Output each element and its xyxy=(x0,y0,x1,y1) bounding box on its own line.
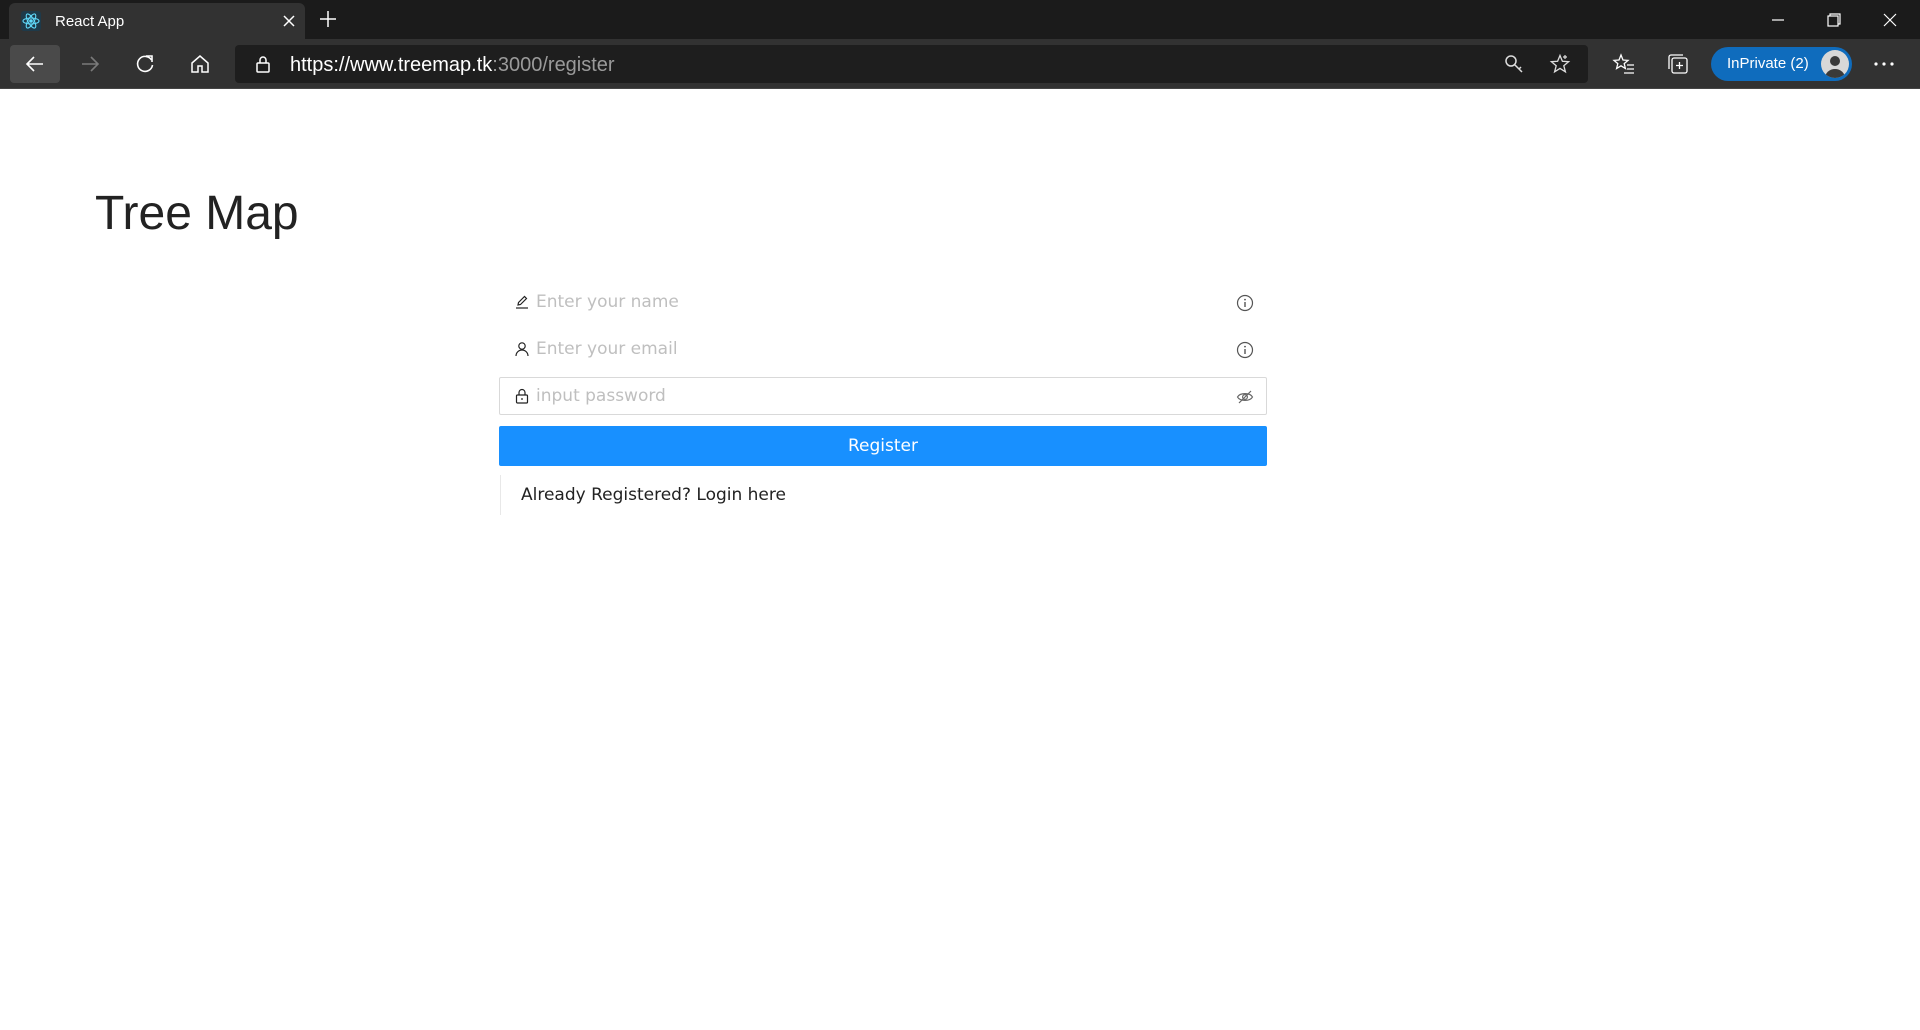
close-window-button[interactable] xyxy=(1862,0,1918,39)
forward-button[interactable] xyxy=(65,45,115,83)
browser-tab[interactable]: React App xyxy=(9,3,305,39)
add-favorite-star-icon[interactable] xyxy=(1549,53,1571,75)
favorites-icon[interactable] xyxy=(1612,52,1636,76)
collections-icon[interactable] xyxy=(1666,52,1690,76)
email-field[interactable] xyxy=(499,330,1267,368)
close-tab-icon[interactable] xyxy=(280,12,298,30)
edit-icon xyxy=(516,295,528,309)
close-icon xyxy=(1883,13,1897,26)
inprivate-button[interactable]: InPrivate (2) xyxy=(1711,47,1852,81)
restore-button[interactable] xyxy=(1806,0,1862,39)
login-link[interactable]: Already Registered? Login here xyxy=(521,485,786,505)
tab-title: React App xyxy=(55,13,125,30)
inprivate-label: InPrivate (2) xyxy=(1727,55,1809,72)
browser-toolbar: https://www.treemap.tk:3000/register InP… xyxy=(0,39,1920,89)
key-icon[interactable] xyxy=(1503,53,1525,75)
info-circle-icon[interactable] xyxy=(1236,294,1254,312)
more-options-icon[interactable] xyxy=(1872,53,1896,75)
profile-avatar-icon xyxy=(1825,56,1845,78)
password-field[interactable] xyxy=(499,377,1267,415)
back-button[interactable] xyxy=(10,45,60,83)
minimize-icon xyxy=(1772,18,1784,21)
avatar xyxy=(1821,50,1849,78)
page-title: Tree Map xyxy=(95,187,299,240)
refresh-icon xyxy=(136,55,154,73)
register-button[interactable]: Register xyxy=(499,426,1267,466)
lock-icon[interactable] xyxy=(253,54,273,74)
new-tab-icon[interactable] xyxy=(317,8,339,30)
refresh-button[interactable] xyxy=(120,45,170,83)
restore-icon xyxy=(1827,12,1841,27)
home-icon xyxy=(191,55,209,73)
email-input[interactable] xyxy=(536,337,1216,361)
name-field[interactable] xyxy=(499,283,1267,321)
arrow-right-icon xyxy=(82,56,100,72)
minimize-button[interactable] xyxy=(1750,0,1806,39)
password-input[interactable] xyxy=(536,384,1216,408)
lock-icon xyxy=(515,388,529,404)
name-input[interactable] xyxy=(536,290,1216,314)
home-button[interactable] xyxy=(175,45,225,83)
url-host: https://www.treemap.tk xyxy=(290,54,493,76)
react-logo-icon xyxy=(21,11,41,31)
address-bar[interactable]: https://www.treemap.tk:3000/register xyxy=(235,45,1588,83)
login-link-container: Already Registered? Login here xyxy=(500,475,786,515)
info-circle-icon[interactable] xyxy=(1236,341,1254,359)
eye-invisible-icon[interactable] xyxy=(1236,388,1254,406)
url-text[interactable]: https://www.treemap.tk:3000/register xyxy=(290,54,615,77)
browser-tab-bar: React App xyxy=(0,0,1920,39)
arrow-left-icon xyxy=(25,56,43,72)
url-path: :3000/register xyxy=(492,54,615,76)
user-icon xyxy=(515,342,529,357)
